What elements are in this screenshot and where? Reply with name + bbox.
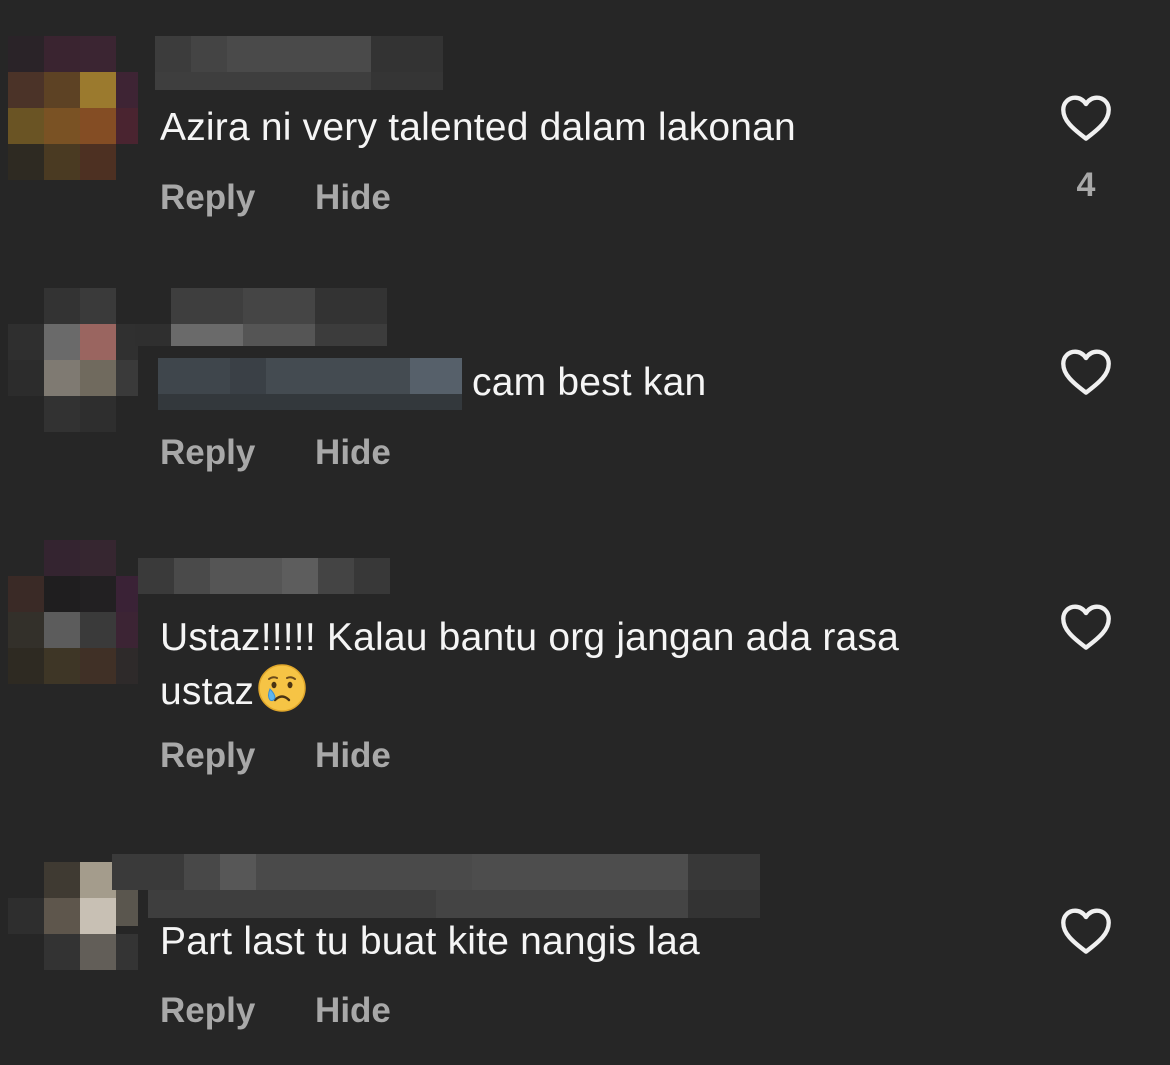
heart-outline-icon [1061,908,1111,954]
hide-button[interactable]: Hide [315,736,391,776]
hide-button[interactable]: Hide [315,178,391,218]
comment-text-line: ustaz [160,662,899,716]
mentioned-username[interactable] [158,358,462,410]
crying-face-emoji-icon [258,664,306,712]
comment-actions: Reply Hide [160,991,391,1031]
comment-text: Part last tu buat kite nangis laa [160,920,700,963]
like-button[interactable] [1058,905,1114,961]
username[interactable] [138,558,390,594]
avatar[interactable] [8,36,138,181]
like-button[interactable] [1058,601,1114,657]
comment-text: cam best kan [472,361,707,404]
comment-text: Azira ni very talented dalam lakonan [160,106,796,149]
heart-outline-icon [1061,95,1111,141]
comment-text-fragment: ustaz [160,670,255,713]
reply-button[interactable]: Reply [160,433,255,473]
comment-actions: Reply Hide [160,433,391,473]
comment-text-line: Ustaz!!!!! Kalau bantu org jangan ada ra… [160,616,900,659]
comment-text: Ustaz!!!!! Kalau bantu org jangan ada ra… [160,614,899,716]
reply-button[interactable]: Reply [160,991,255,1031]
comment-actions: Reply Hide [160,178,391,218]
comment-actions: Reply Hide [160,736,391,776]
hide-button[interactable]: Hide [315,433,391,473]
heart-outline-icon [1061,604,1111,650]
like-count: 4 [1076,166,1096,204]
reply-button[interactable]: Reply [160,178,255,218]
avatar[interactable] [8,288,138,433]
reply-button[interactable]: Reply [160,736,255,776]
username[interactable] [112,854,760,918]
hide-button[interactable]: Hide [315,991,391,1031]
username[interactable] [135,288,390,346]
like-button[interactable] [1058,92,1114,148]
avatar[interactable] [8,540,138,685]
username[interactable] [155,36,445,90]
heart-outline-icon [1061,349,1111,395]
like-button[interactable] [1058,346,1114,402]
